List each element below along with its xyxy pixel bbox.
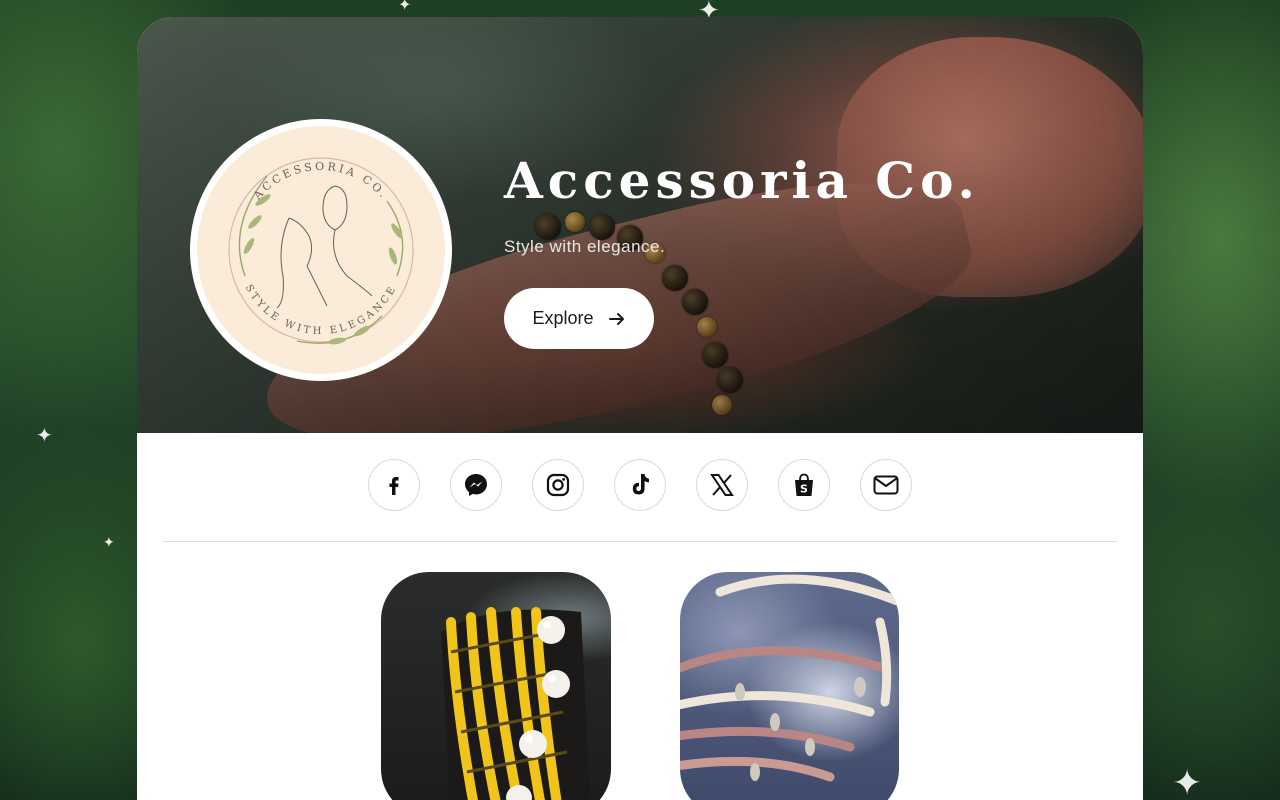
logo-illustration: ACCESSORIA CO. STYLE WITH ELEGANCE [228,157,414,345]
messenger-link[interactable] [450,459,502,511]
svg-text:STYLE WITH ELEGANCE: STYLE WITH ELEGANCE [243,283,400,337]
sparkle-decoration: ✦ [398,0,412,14]
x-icon [710,474,734,496]
instagram-icon [546,473,570,497]
sparkle-decoration: ✦ [103,534,115,550]
social-links: S [137,459,1143,511]
gallery-image-beaded-bracelet[interactable] [680,572,899,800]
facebook-link[interactable] [368,459,420,511]
shopee-icon: S [795,473,813,496]
yellow-macrame-bracelet-image [441,607,591,800]
brand-tagline: Style with elegance. [504,237,666,256]
instagram-link[interactable] [532,459,584,511]
tiktok-icon [632,474,649,495]
explore-button-label: Explore [532,308,594,328]
svg-text:S: S [800,483,808,496]
section-divider [163,541,1117,542]
facebook-icon [389,477,399,495]
email-link[interactable] [860,459,912,511]
email-icon [873,475,899,495]
sparkle-decoration: ✦ [1172,762,1203,800]
sparkle-decoration: ✦ [36,425,53,447]
arrow-right-icon [608,310,626,328]
hero-banner: ACCESSORIA CO. STYLE WITH ELEGANCE Acces… [137,17,1143,433]
beaded-charm-bracelet-image [680,574,899,782]
x-link[interactable] [696,459,748,511]
explore-button[interactable]: Explore [504,288,654,349]
tiktok-link[interactable] [614,459,666,511]
profile-card: ACCESSORIA CO. STYLE WITH ELEGANCE Acces… [137,17,1143,800]
brand-logo: ACCESSORIA CO. STYLE WITH ELEGANCE [190,119,452,381]
svg-text:ACCESSORIA CO.: ACCESSORIA CO. [250,160,391,203]
brand-title: Accessoria Co. [504,151,980,210]
messenger-icon [465,474,487,496]
shopee-link[interactable]: S [778,459,830,511]
logo-circle: ACCESSORIA CO. STYLE WITH ELEGANCE [197,126,445,374]
gallery-image-yellow-bracelet[interactable] [381,572,611,800]
